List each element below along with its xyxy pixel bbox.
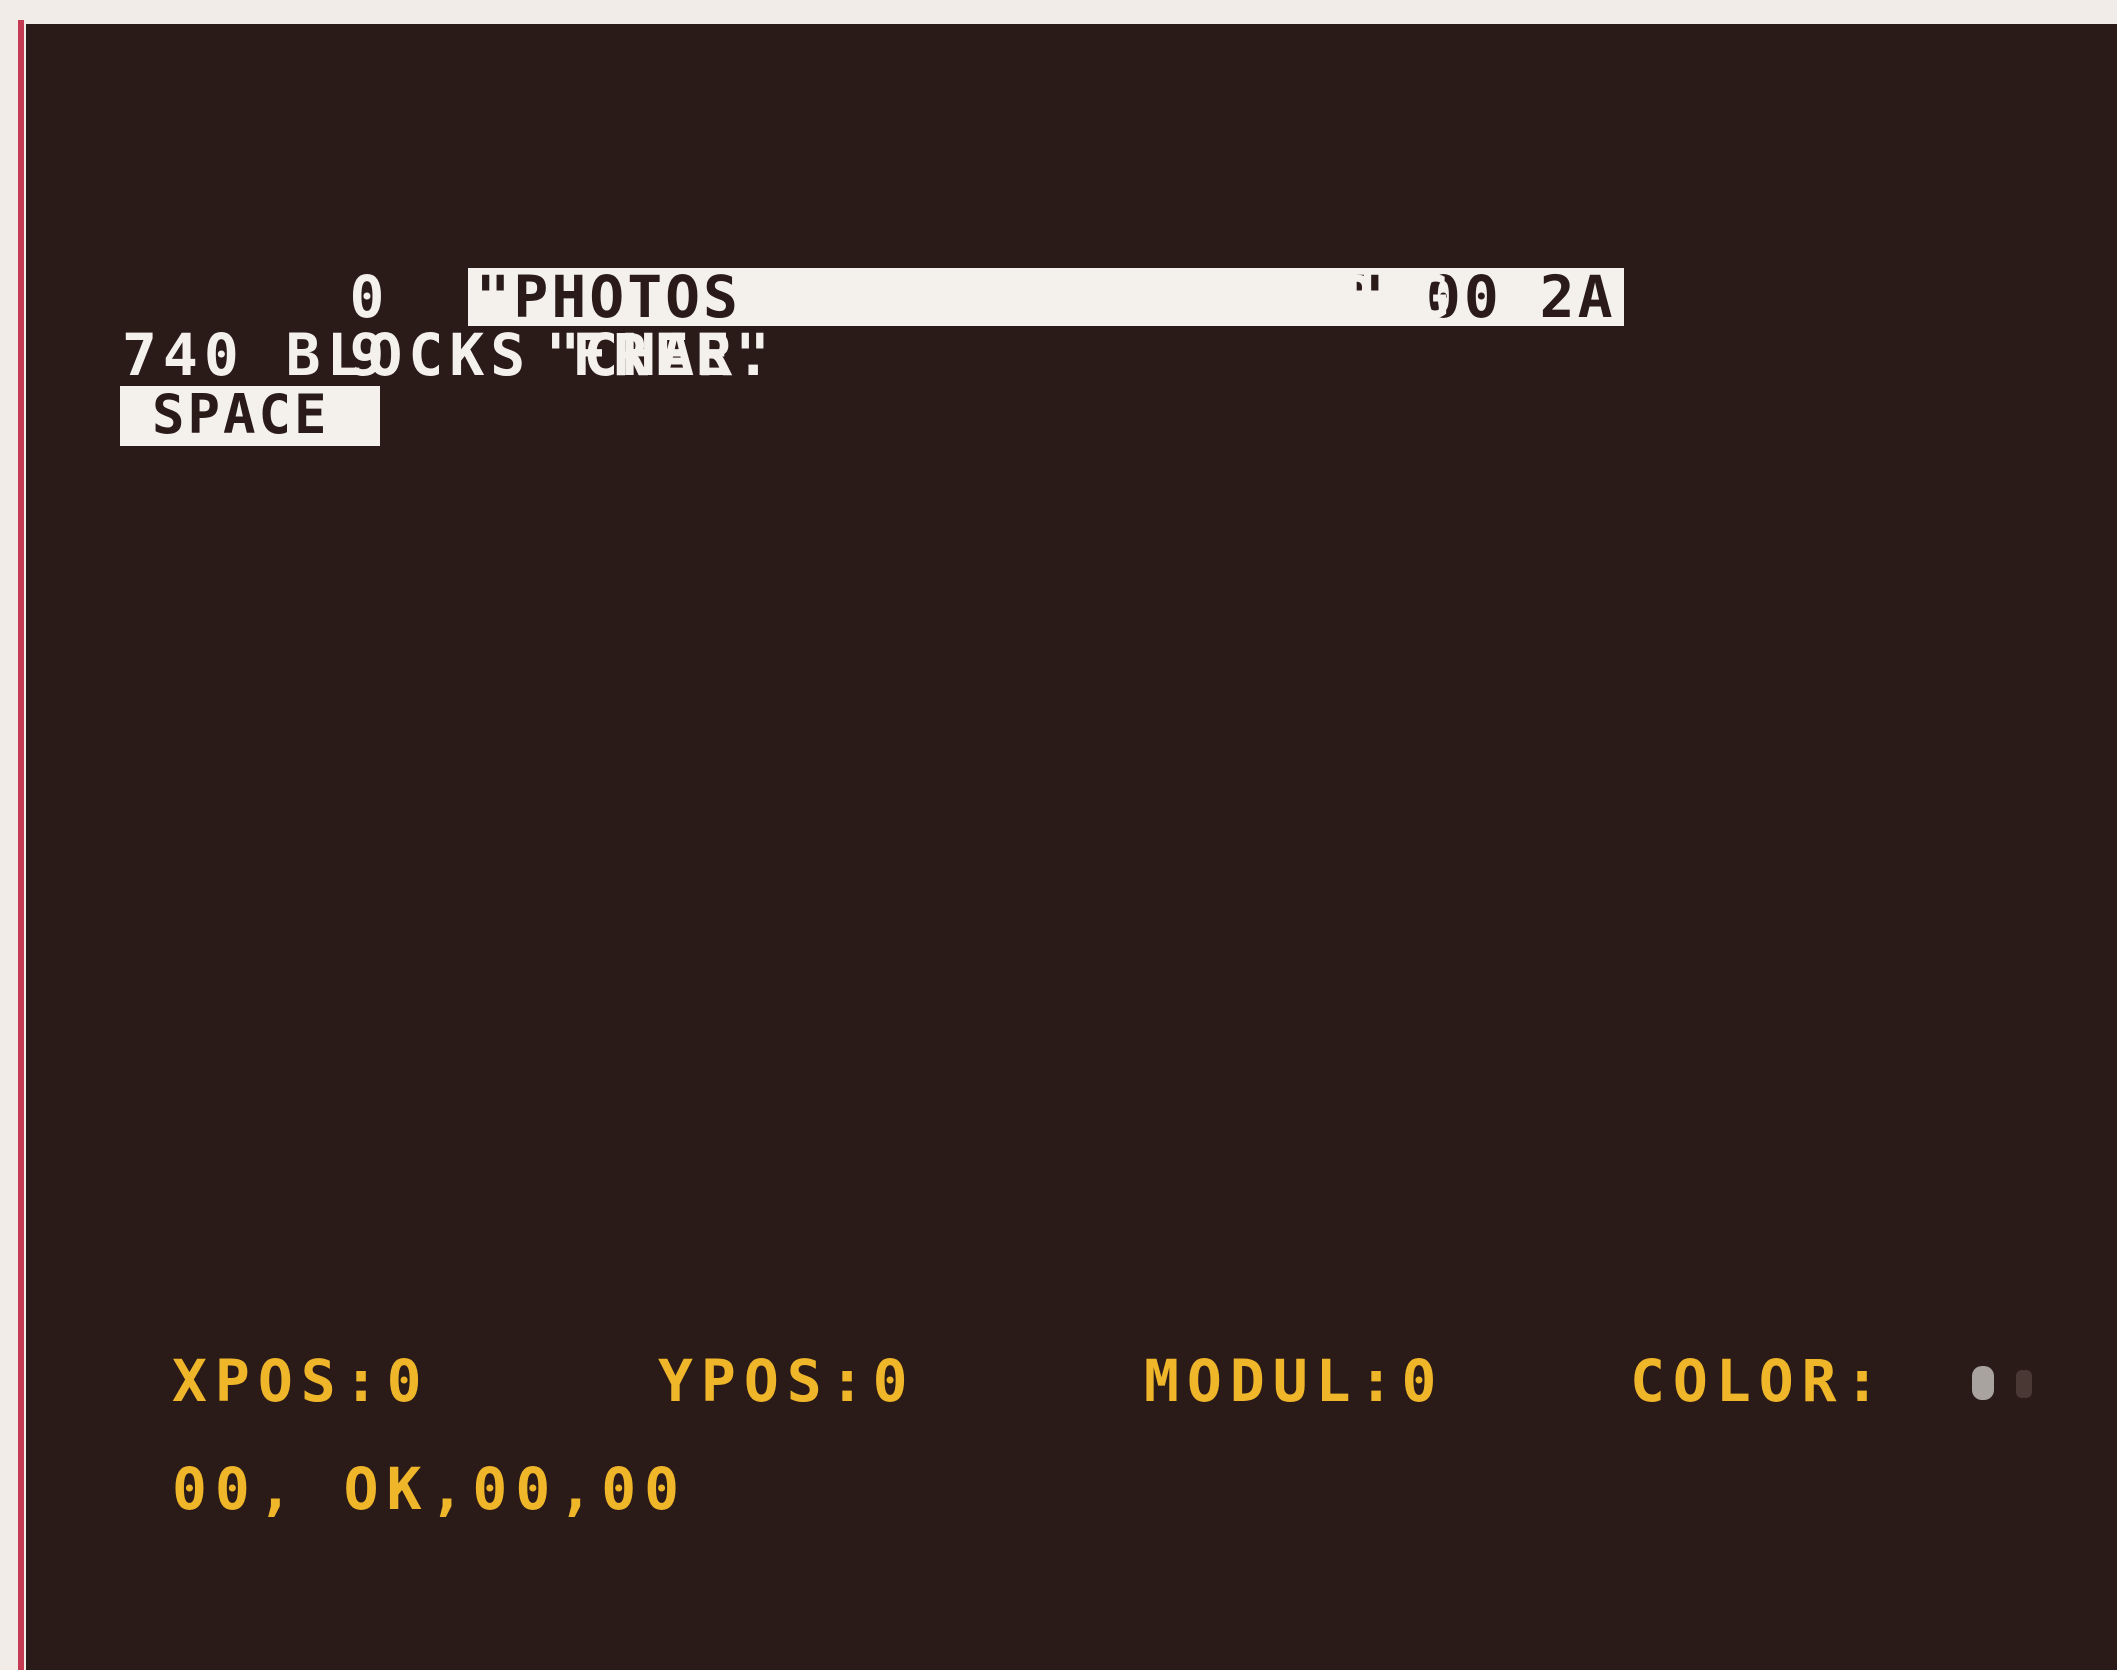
drive-status-message: 00, OK,00,00 bbox=[172, 1455, 688, 1523]
disk-id: 00 2A bbox=[1425, 263, 1616, 331]
c64-screen[interactable]: 0 "PHOTOS " 00 2A 9 "CHAR" PRG 740 BLOCKS FR… bbox=[26, 24, 2117, 1670]
monitor-edge bbox=[18, 20, 24, 1670]
entry-file-type: PRG bbox=[1338, 263, 1452, 331]
blocks-free-text: 740 BLOCKS FREE. bbox=[122, 321, 777, 389]
color-readout: COLOR: bbox=[1630, 1347, 1888, 1415]
xpos-readout: XPOS:0 bbox=[172, 1347, 430, 1415]
modul-readout: MODUL:0 bbox=[1144, 1347, 1445, 1415]
ypos-readout: YPOS:0 bbox=[658, 1347, 916, 1415]
photo-frame: 0 "PHOTOS " 00 2A 9 "CHAR" PRG 740 BLOCKS FR… bbox=[0, 0, 2117, 1670]
color-swatch-icon bbox=[1972, 1366, 1994, 1400]
space-prompt: SPACE bbox=[120, 386, 380, 446]
cursor-icon bbox=[2016, 1370, 2032, 1398]
